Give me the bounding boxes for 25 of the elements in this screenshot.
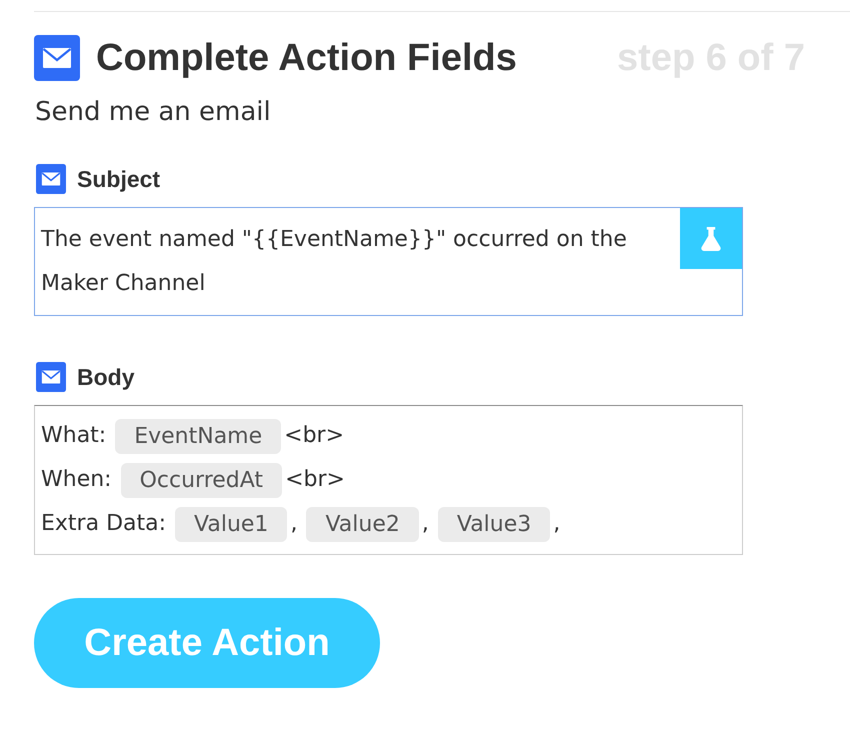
body-text: Extra Data: — [41, 510, 166, 538]
body-text: , — [290, 510, 298, 538]
body-text: , — [422, 510, 429, 538]
page-title: Complete Action Fields — [96, 36, 517, 81]
ingredient-tag[interactable]: OccurredAt — [120, 462, 282, 498]
mail-icon — [34, 35, 80, 81]
body-text: <br> — [284, 422, 344, 450]
page-subtitle: Send me an email — [35, 96, 271, 128]
ingredient-tag[interactable]: Value2 — [306, 506, 419, 542]
mail-icon — [36, 164, 66, 194]
mail-icon — [36, 362, 66, 392]
field-label: Body — [77, 363, 134, 392]
body-text: <br> — [285, 466, 345, 494]
field-label: Subject — [77, 165, 160, 194]
subject-input-field[interactable]: The event named "{{EventName}}" occurred on the Maker Channel — [34, 207, 743, 316]
body-text: , — [553, 510, 560, 538]
ingredient-tag[interactable]: Value3 — [438, 506, 550, 542]
ingredient-tag[interactable]: Value1 — [175, 506, 288, 542]
body-input-field[interactable]: What: EventName <br> When: OccurredAt <br> Extra Data: Value1 , Value2 , Value3 , — [34, 405, 743, 555]
body-text: When: — [41, 466, 112, 494]
body-text: What: — [41, 422, 106, 450]
flask-icon — [700, 226, 722, 250]
add-ingredient-button[interactable] — [680, 208, 742, 269]
field-value-text: The event named "{{EventName}}" occurred on the Maker Channel — [41, 226, 628, 298]
ingredient-tag[interactable]: EventName — [115, 418, 282, 454]
